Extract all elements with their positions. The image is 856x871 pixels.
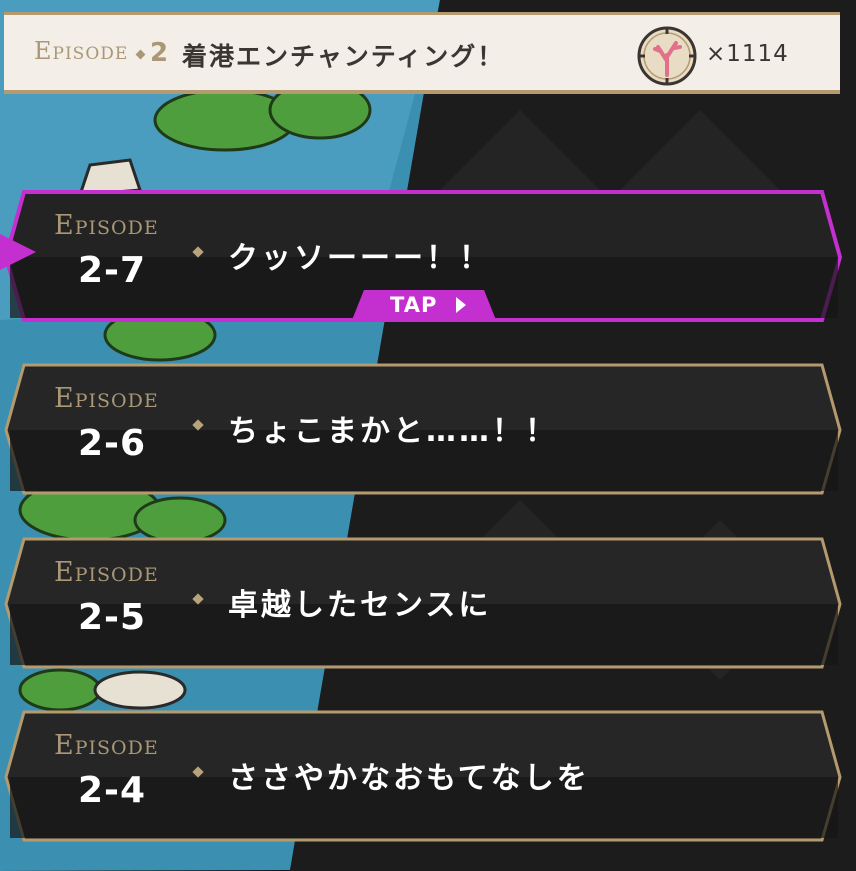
episode-row-2-4[interactable]: Episode 2-4 ささやかなおもてなしを: [4, 710, 850, 844]
coral-coin-icon: [637, 26, 697, 86]
episode-row-2-5[interactable]: Episode 2-5 卓越したセンスに: [4, 537, 850, 671]
header-episode-number: 2: [150, 38, 169, 68]
episode-number: 2-5: [78, 597, 147, 638]
tap-arrow-icon: [456, 297, 466, 313]
episode-label: Episode: [54, 730, 159, 761]
episode-row-2-7[interactable]: Episode 2-7 クッソーーー！！ TAP: [0, 190, 850, 324]
tap-label: TAP: [390, 293, 438, 317]
episode-label: Episode: [54, 210, 159, 241]
selection-pointer-icon: [0, 234, 36, 270]
header-separator: [135, 49, 146, 60]
episode-number: 2-4: [78, 770, 147, 811]
header-episode-label: Episode: [34, 37, 129, 65]
episode-label: Episode: [54, 383, 159, 414]
episode-row-2-6[interactable]: Episode 2-6 ちょこまかと……！！: [4, 363, 850, 497]
episode-title: ちょこまかと……！！: [228, 414, 558, 449]
episode-label: Episode: [54, 557, 159, 588]
episode-header: Episode 2 着港エンチャンティング！ ×1114: [4, 12, 840, 94]
episode-number: 2-6: [78, 423, 147, 464]
currency-count: ×1114: [706, 41, 789, 67]
header-title: 着港エンチャンティング！: [182, 42, 505, 71]
episode-title: 卓越したセンスに: [228, 588, 492, 623]
episode-title: クッソーーー！！: [228, 241, 492, 276]
episode-number: 2-7: [78, 250, 147, 291]
episode-title: ささやかなおもてなしを: [228, 761, 590, 796]
